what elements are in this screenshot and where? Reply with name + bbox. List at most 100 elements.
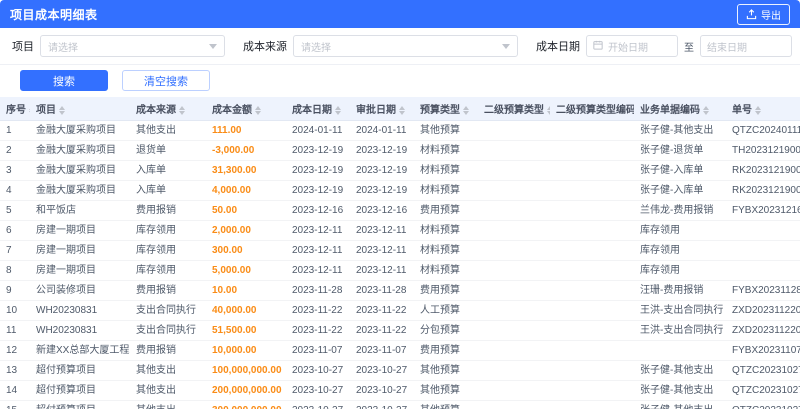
table-row: 5 和平饭店 费用报销 50.00 2023-12-16 2023-12-16 费用预算 兰伟… [0, 200, 800, 221]
column-header-sub-budget-type[interactable]: 二级预算类型 [478, 97, 550, 121]
project-select-placeholder: 请选择 [48, 42, 78, 54]
cell-cost-source: 库存领用 [130, 260, 206, 281]
cell-budget-type: 材料预算 [414, 160, 478, 181]
cell-cost-date: 2023-11-28 [286, 280, 350, 301]
cost-source-select[interactable]: 请选择 [293, 35, 518, 57]
cell-index: 6 [0, 220, 30, 241]
start-date-input[interactable]: 开始日期 [586, 35, 678, 57]
cell-index: 10 [0, 300, 30, 321]
column-header-cost-amount[interactable]: 成本金额 [206, 97, 286, 121]
cell-order-no: QTZC20231027002 [726, 400, 800, 409]
cell-cost-amount: 300,000,000.00 [206, 400, 286, 409]
cost-source-label: 成本来源 [243, 41, 287, 53]
sort-icon[interactable] [179, 105, 185, 115]
cell-sub-budget-code [550, 220, 634, 241]
cell-sub-budget-type [478, 340, 550, 361]
cell-budget-type: 材料预算 [414, 140, 478, 161]
cell-index: 5 [0, 200, 30, 221]
cell-index: 12 [0, 340, 30, 361]
cell-sub-budget-code [550, 300, 634, 321]
cell-approval-date: 2023-12-19 [350, 180, 414, 201]
cell-doc-code: 张子健-其他支出 [634, 380, 726, 401]
cell-sub-budget-type [478, 280, 550, 301]
clear-search-button[interactable]: 清空搜索 [122, 70, 210, 91]
export-button[interactable]: 导出 [737, 3, 790, 25]
cell-index: 15 [0, 400, 30, 409]
export-label: 导出 [761, 10, 781, 22]
column-header-approval-date[interactable]: 审批日期 [350, 97, 414, 121]
cell-cost-source: 费用报销 [130, 200, 206, 221]
cell-doc-code: 张子健-其他支出 [634, 360, 726, 381]
filter-bar: 项目 请选择 成本来源 请选择 成本日期 开始日期 至 结束日期 [0, 28, 800, 65]
cell-index: 7 [0, 240, 30, 261]
cell-doc-code: 库存领用 [634, 220, 726, 241]
table-row: 3 金融大厦采购项目 入库单 31,300.00 2023-12-19 2023-12-1… [0, 160, 800, 181]
cell-sub-budget-type [478, 300, 550, 321]
sort-icon[interactable] [399, 105, 405, 115]
cell-project: 超付预算项目 [30, 400, 130, 409]
sort-icon[interactable] [755, 105, 761, 115]
sort-icon[interactable] [255, 105, 261, 115]
table-row: 6 房建一期项目 库存领用 2,000.00 2023-12-11 2023-12-11 材… [0, 220, 800, 241]
cell-cost-date: 2023-12-11 [286, 220, 350, 241]
cell-cost-date: 2024-01-11 [286, 120, 350, 141]
column-header-budget-type[interactable]: 预算类型 [414, 97, 478, 121]
column-header-order-no[interactable]: 单号 [726, 97, 800, 121]
cell-project: 超付预算项目 [30, 380, 130, 401]
cell-cost-source: 入库单 [130, 160, 206, 181]
cell-sub-budget-type [478, 360, 550, 381]
sort-icon[interactable] [463, 105, 469, 115]
cell-order-no: FYBX20231216001 [726, 200, 800, 221]
cell-approval-date: 2023-11-22 [350, 320, 414, 341]
cell-cost-date: 2023-12-19 [286, 140, 350, 161]
sort-icon[interactable] [703, 105, 709, 115]
cell-cost-source: 支出合同执行 [130, 300, 206, 321]
table-row: 9 公司装修项目 费用报销 10.00 2023-11-28 2023-11-28 费用预算… [0, 280, 800, 301]
cell-project: 金融大厦采购项目 [30, 120, 130, 141]
search-button[interactable]: 搜索 [20, 70, 108, 91]
column-header-sub-budget-code[interactable]: 二级预算类型编码 [550, 97, 634, 121]
column-header-project[interactable]: 项目 [30, 97, 130, 121]
table-row: 14 超付预算项目 其他支出 200,000,000.00 2023-10-27 2023… [0, 380, 800, 401]
cell-sub-budget-code [550, 240, 634, 261]
cell-budget-type: 材料预算 [414, 180, 478, 201]
cell-cost-date: 2023-11-22 [286, 300, 350, 321]
cell-budget-type: 其他预算 [414, 400, 478, 409]
column-header-cost-date[interactable]: 成本日期 [286, 97, 350, 121]
sort-icon[interactable] [335, 105, 341, 115]
cell-order-no: ZXD20231122001 [726, 320, 800, 341]
column-header-doc-code[interactable]: 业务单据编码 [634, 97, 726, 121]
cell-cost-amount: 300.00 [206, 240, 286, 261]
cell-order-no: FYBX20231107001 [726, 340, 800, 361]
cell-approval-date: 2023-10-27 [350, 380, 414, 401]
cell-order-no: RK20231219002 [726, 180, 800, 201]
cell-project: 金融大厦采购项目 [30, 140, 130, 161]
cell-cost-source: 其他支出 [130, 120, 206, 141]
cell-index: 1 [0, 120, 30, 141]
cell-index: 9 [0, 280, 30, 301]
cell-cost-amount: 2,000.00 [206, 220, 286, 241]
cell-index: 8 [0, 260, 30, 281]
cell-doc-code: 库存领用 [634, 260, 726, 281]
end-date-input[interactable]: 结束日期 [700, 35, 792, 57]
cell-sub-budget-type [478, 260, 550, 281]
cell-index: 11 [0, 320, 30, 341]
column-header-index[interactable]: 序号 [0, 97, 30, 121]
cell-approval-date: 2023-11-07 [350, 340, 414, 361]
cell-cost-amount: 51,500.00 [206, 320, 286, 341]
table-row: 13 超付预算项目 其他支出 100,000,000.00 2023-10-27 2023… [0, 360, 800, 381]
sort-icon[interactable] [59, 105, 65, 115]
cell-approval-date: 2023-12-19 [350, 160, 414, 181]
sort-icon[interactable] [29, 105, 30, 115]
cost-source-placeholder: 请选择 [301, 42, 331, 54]
project-select[interactable]: 请选择 [40, 35, 225, 57]
cell-cost-amount: 111.00 [206, 120, 286, 141]
sort-icon[interactable] [547, 105, 550, 115]
cell-order-no: RK20231219003 [726, 160, 800, 181]
cell-sub-budget-type [478, 240, 550, 261]
table-row: 7 房建一期项目 库存领用 300.00 2023-12-11 2023-12-11 材料预… [0, 240, 800, 261]
cell-approval-date: 2023-11-22 [350, 300, 414, 321]
table-container: 序号 项目 成本来源 成本金额 成本日期 审批日期 预算类型 二级预算类型 二级预算类型编码 业务… [0, 97, 800, 409]
cell-cost-source: 费用报销 [130, 280, 206, 301]
column-header-cost-source[interactable]: 成本来源 [130, 97, 206, 121]
